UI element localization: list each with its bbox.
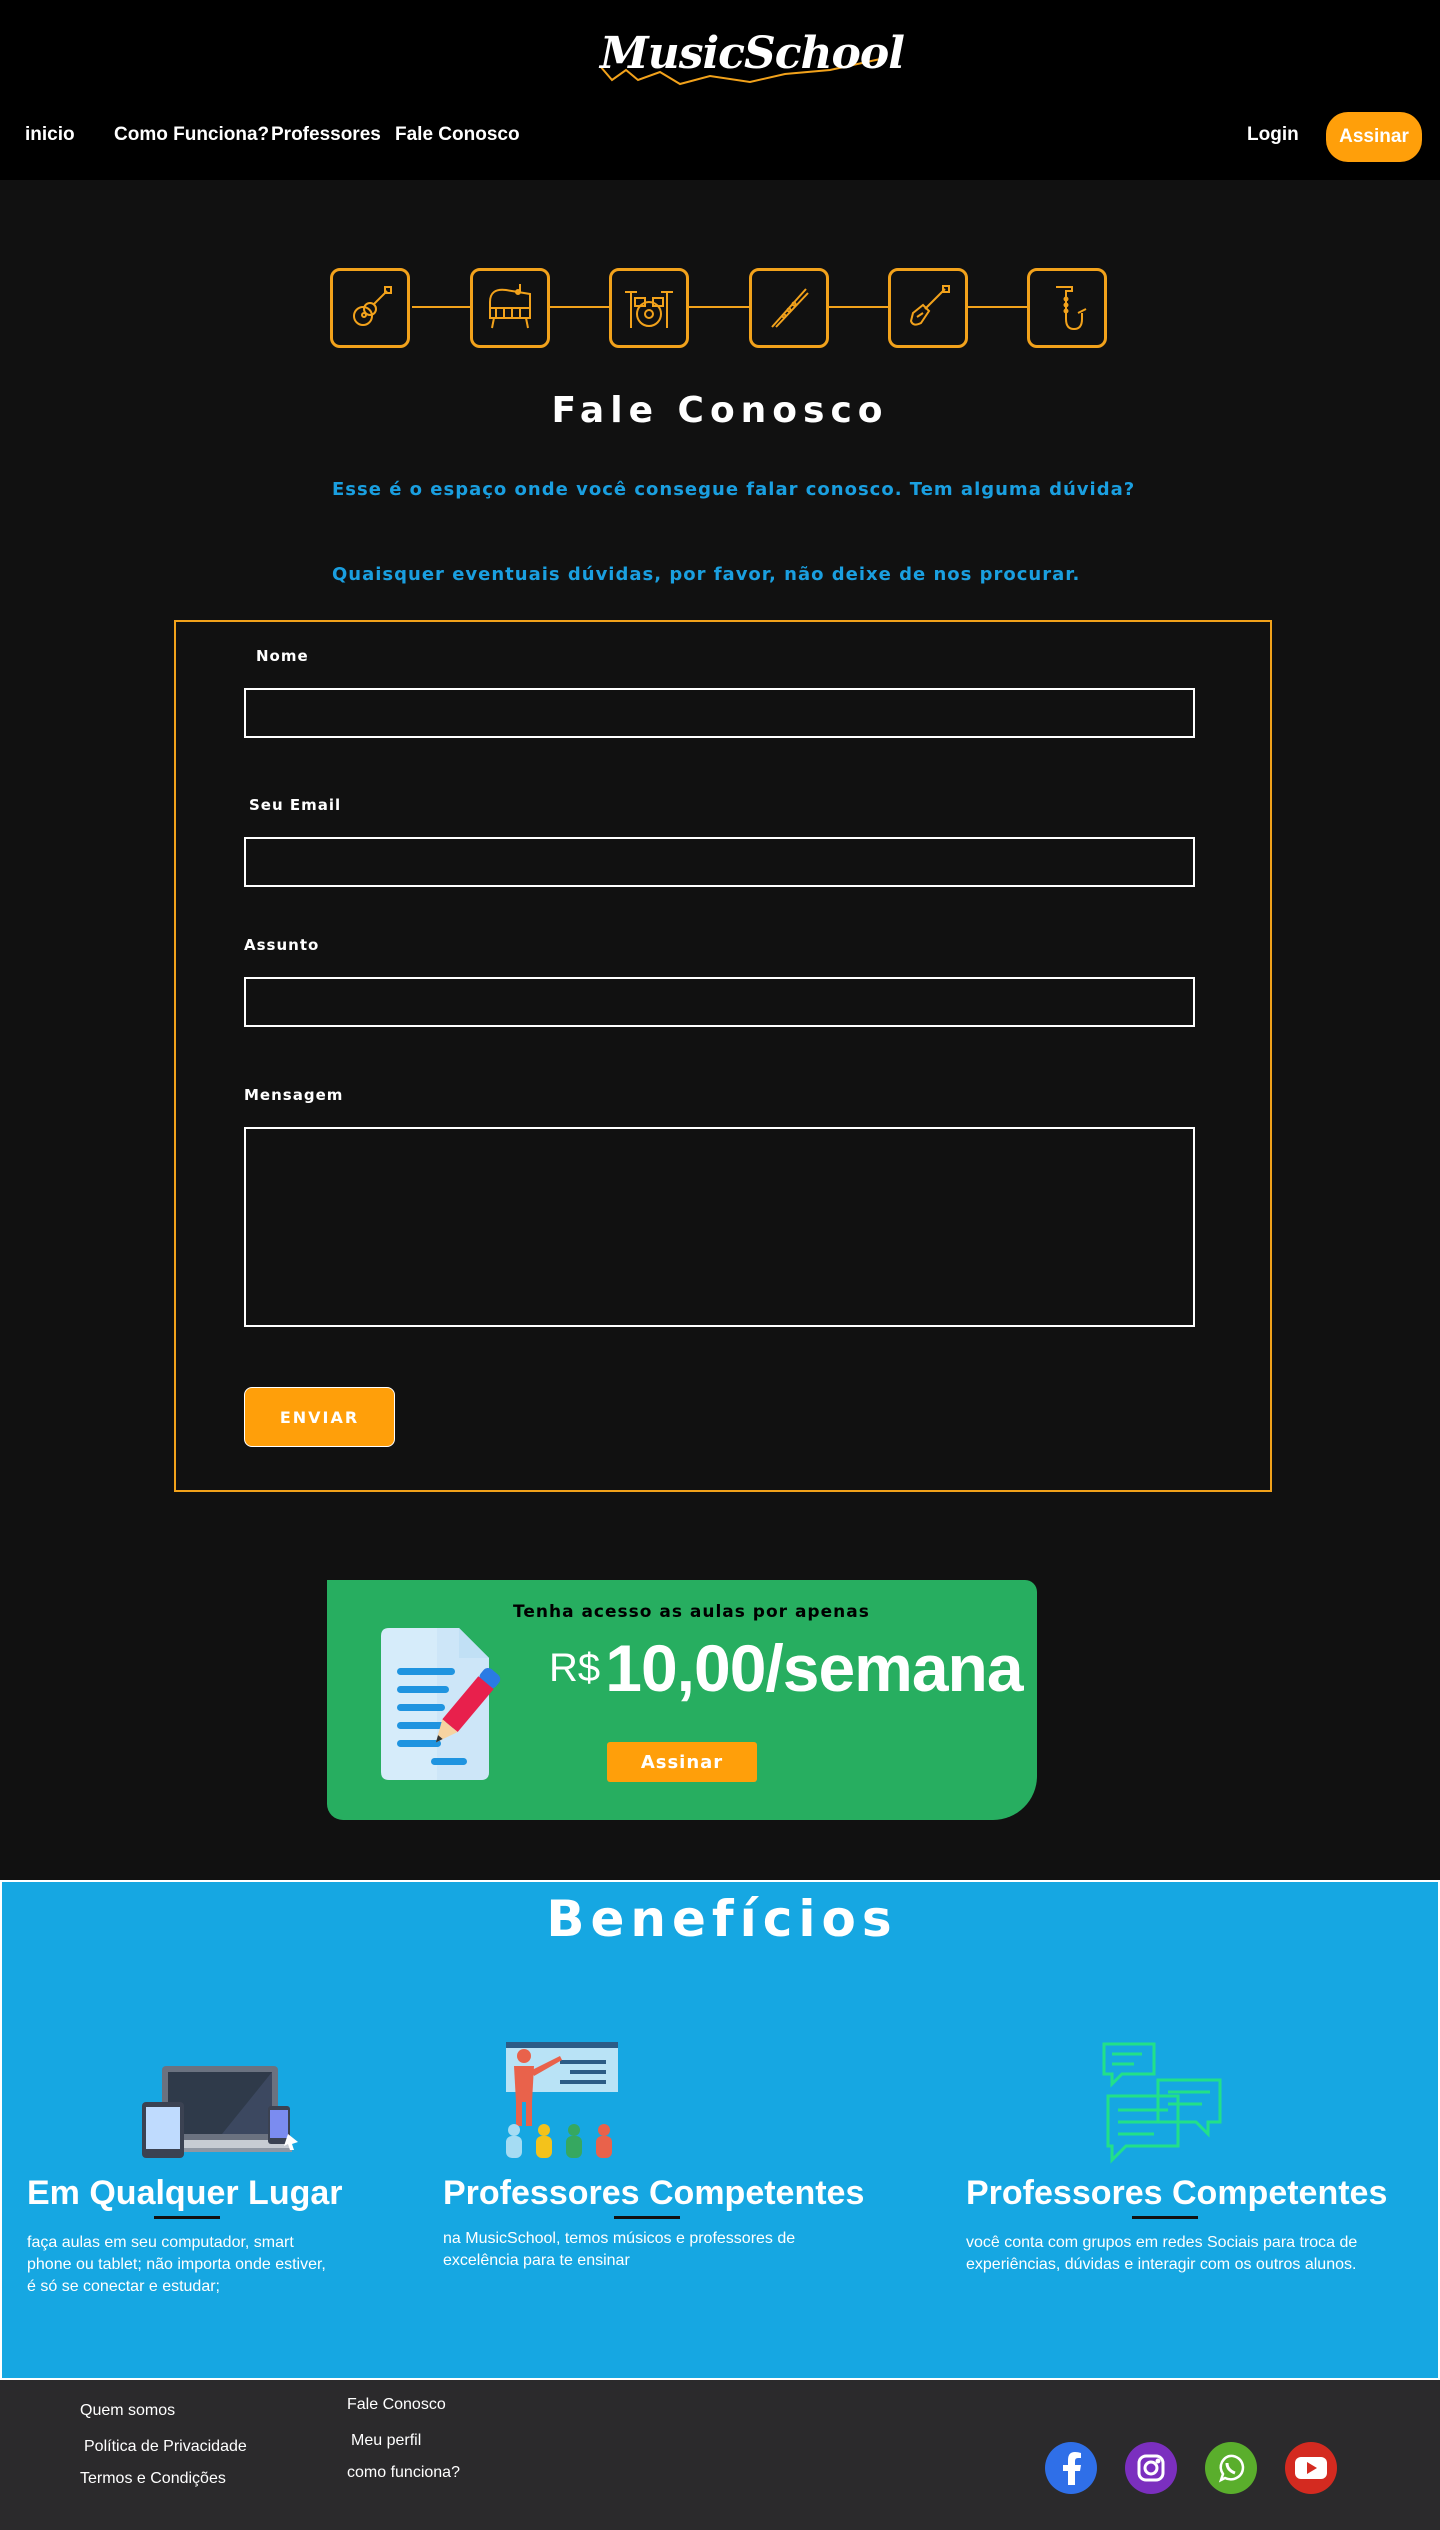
benefit-text-line: faça aulas em seu computador, smart <box>27 2234 294 2251</box>
saxophone-icon <box>1027 268 1107 348</box>
footer-link-fale-conosco[interactable]: Fale Conosco <box>347 2396 446 2414</box>
promo-subtitle: Tenha acesso as aulas por apenas <box>513 1602 870 1622</box>
benefit-text-line: excelência para te ensinar <box>443 2252 630 2269</box>
email-label: Seu Email <box>249 796 342 814</box>
assinar-button[interactable]: Assinar <box>1326 112 1422 162</box>
price-amount: 10,00/semana <box>605 1631 1023 1705</box>
page-title: Fale Conosco <box>551 390 889 431</box>
benefit-title-2: Professores Competentes <box>443 2174 865 2212</box>
submit-button[interactable]: ENVIAR <box>244 1387 395 1447</box>
electric-guitar-icon <box>888 268 968 348</box>
facebook-icon[interactable] <box>1045 2442 1097 2494</box>
devices-icon <box>142 2062 302 2166</box>
benefits-title: Benefícios <box>546 1890 898 1948</box>
name-field[interactable] <box>244 688 1195 738</box>
subscription-banner: Tenha acesso as aulas por apenas R$ 10,0… <box>327 1580 1037 1820</box>
contact-intro: Esse é o espaço onde você consegue falar… <box>332 479 1136 500</box>
nav-fale-conosco[interactable]: Fale Conosco <box>395 124 520 146</box>
chat-icon <box>1098 2040 1228 2168</box>
site-header: MusicSchool inicio Como Funciona? Profes… <box>0 0 1440 180</box>
benefit-text-2: na MusicSchool, temos músicos e professo… <box>443 2228 795 2272</box>
email-field[interactable] <box>244 837 1195 887</box>
footer-link-quem-somos[interactable]: Quem somos <box>80 2402 175 2420</box>
benefit-text-1: faça aulas em seu computador, smart phon… <box>27 2232 326 2298</box>
piano-icon <box>470 268 550 348</box>
message-field[interactable] <box>244 1127 1195 1327</box>
benefit-text-line: na MusicSchool, temos músicos e professo… <box>443 2230 796 2247</box>
benefit-text-line: é só se conectar e estudar; <box>27 2278 220 2295</box>
benefit-title-3: Professores Competentes <box>966 2174 1388 2212</box>
footer-link-privacidade[interactable]: Política de Privacidade <box>84 2438 247 2456</box>
site-footer: Quem somos Política de Privacidade Termo… <box>0 2380 1440 2530</box>
logo-text: MusicSchool <box>600 28 905 79</box>
nav-professores[interactable]: Professores <box>271 124 381 146</box>
name-label: Nome <box>256 647 309 665</box>
site-logo[interactable]: MusicSchool <box>600 22 905 92</box>
contact-form <box>174 620 1272 1492</box>
guitar-icon <box>330 268 410 348</box>
flute-icon <box>749 268 829 348</box>
instagram-icon[interactable] <box>1125 2442 1177 2494</box>
benefit-title-1: Em Qualquer Lugar <box>27 2174 343 2212</box>
drums-icon <box>609 268 689 348</box>
footer-link-meu-perfil[interactable]: Meu perfil <box>351 2432 421 2450</box>
benefit-text-line: experiências, dúvidas e interagir com os… <box>966 2256 1357 2273</box>
nav-inicio[interactable]: inicio <box>25 124 75 146</box>
benefit-text-line: phone ou tablet; não importa onde estive… <box>27 2256 326 2273</box>
document-edit-icon <box>377 1624 537 1788</box>
nav-como-funciona[interactable]: Como Funciona? <box>114 124 269 146</box>
benefit-text-line: você conta com grupos em redes Sociais p… <box>966 2234 1358 2251</box>
promo-price: R$ 10,00/semana <box>549 1630 1024 1706</box>
message-label: Mensagem <box>244 1086 344 1104</box>
subject-label: Assunto <box>244 936 320 954</box>
whatsapp-icon[interactable] <box>1205 2442 1257 2494</box>
footer-link-como-funciona[interactable]: como funciona? <box>347 2464 460 2482</box>
benefits-section: Benefícios Em Qualquer Lugar faça aulas … <box>0 1880 1440 2380</box>
login-link[interactable]: Login <box>1247 124 1299 146</box>
footer-link-termos[interactable]: Termos e Condições <box>80 2470 226 2488</box>
promo-subscribe-button[interactable]: Assinar <box>607 1742 757 1782</box>
teacher-icon <box>502 2042 622 2166</box>
contact-note: Quaisquer eventuais dúvidas, por favor, … <box>332 564 1081 585</box>
subject-field[interactable] <box>244 977 1195 1027</box>
benefit-underline-3 <box>1132 2216 1198 2219</box>
price-currency: R$ <box>549 1646 601 1690</box>
benefit-underline-1 <box>154 2216 220 2219</box>
benefit-text-3: você conta com grupos em redes Sociais p… <box>966 2232 1357 2276</box>
youtube-icon[interactable] <box>1285 2442 1337 2494</box>
benefit-underline-2 <box>614 2216 680 2219</box>
